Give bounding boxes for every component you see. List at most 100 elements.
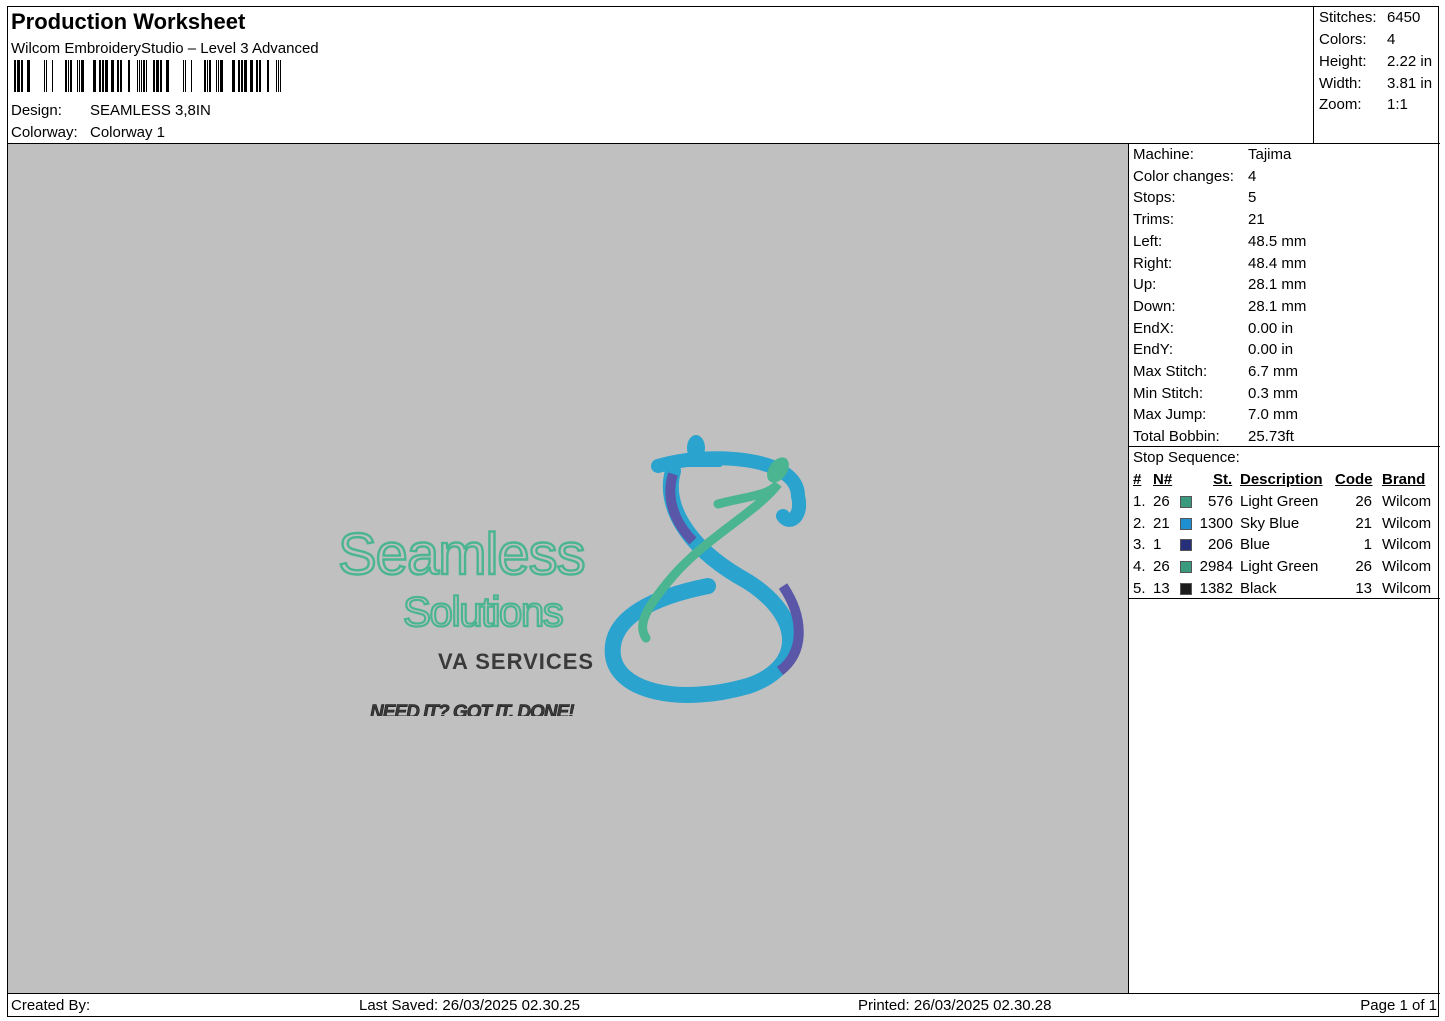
barcode-bar xyxy=(21,60,23,92)
page-number: Page 1 of 1 xyxy=(1360,997,1437,1014)
stop-stitches: 1300 xyxy=(1199,514,1233,532)
logo-seamless-text: Seamless xyxy=(338,522,585,587)
stop-code: 26 xyxy=(1355,493,1372,510)
spec-label: Down: xyxy=(1133,297,1176,315)
barcode-bar xyxy=(241,60,243,92)
stop-needle: 26 xyxy=(1153,558,1170,576)
barcode-bar xyxy=(46,60,47,92)
barcode-bar xyxy=(204,60,206,92)
spec-label: Total Bobbin: xyxy=(1133,428,1220,446)
info-panel: Machine: Tajima Color changes: 4 Stops: 5 Trim… xyxy=(1129,144,1440,994)
spec-row: Down: 28.1 mm xyxy=(1133,298,1306,315)
spec-value: 25.73ft xyxy=(1248,428,1294,446)
height-value: 2.22 in xyxy=(1387,53,1433,70)
stop-stitches: 206 xyxy=(1207,536,1233,554)
design-row: Design: SEAMLESS 3,8IN xyxy=(11,102,211,119)
spec-value: 5 xyxy=(1248,189,1257,207)
stop-description: Light Green xyxy=(1240,493,1319,510)
spec-row: Trims: 21 xyxy=(1133,211,1265,228)
spec-value: 28.1 mm xyxy=(1248,276,1307,294)
worksheet-footer: Created By: Last Saved: 26/03/2025 02.30… xyxy=(8,994,1440,1018)
stop-brand: Wilcom xyxy=(1382,536,1432,554)
stop-num: 4. xyxy=(1133,558,1146,576)
barcode-bar xyxy=(44,60,45,92)
barcode-bar xyxy=(111,60,114,92)
stop-needle: 1 xyxy=(1153,536,1162,554)
worksheet-header: Production Worksheet Wilcom EmbroiderySt… xyxy=(8,7,1314,144)
barcode-bar xyxy=(185,60,186,92)
printed-date: Printed: 26/03/2025 02.30.28 xyxy=(858,997,1052,1014)
barcode-bar xyxy=(27,60,30,92)
spec-value: 21 xyxy=(1248,211,1265,229)
barcode-bar xyxy=(259,60,261,92)
barcode-bar xyxy=(267,60,269,92)
zoom-label: Zoom: xyxy=(1319,96,1362,113)
spec-value: 28.1 mm xyxy=(1248,297,1307,315)
spec-row: Total Bobbin: 25.73ft xyxy=(1133,428,1294,445)
spec-value: 6.7 mm xyxy=(1248,363,1299,380)
barcode-bar xyxy=(278,60,279,92)
page-title: Production Worksheet xyxy=(11,9,246,34)
barcode-bar xyxy=(81,60,84,92)
barcode-bar xyxy=(141,60,142,92)
software-name: Wilcom EmbroideryStudio – Level 3 Advanc… xyxy=(11,40,319,57)
stop-code: 1 xyxy=(1363,536,1372,554)
stop-num: 2. xyxy=(1133,514,1146,532)
thread-color-swatch xyxy=(1180,539,1192,552)
barcode-bar xyxy=(14,60,16,92)
height-label: Height: xyxy=(1319,53,1367,70)
spec-label: EndX: xyxy=(1133,319,1174,337)
spec-row: Max Stitch: 6.7 mm xyxy=(1133,363,1298,380)
barcode-bar xyxy=(120,60,122,92)
colorway-row: Colorway: Colorway 1 xyxy=(11,124,165,141)
spec-label: Stops: xyxy=(1133,189,1176,207)
stop-description: Sky Blue xyxy=(1240,514,1300,532)
spec-label: Up: xyxy=(1133,276,1157,294)
barcode-bar xyxy=(232,60,235,92)
spec-value: 0.3 mm xyxy=(1248,384,1299,402)
stitches-label: Stitches: xyxy=(1319,9,1377,26)
width-value: 3.81 in xyxy=(1387,75,1433,92)
stop-needle: 13 xyxy=(1153,579,1170,597)
design-value: SEAMLESS 3,8IN xyxy=(90,102,211,119)
stop-brand: Wilcom xyxy=(1382,579,1432,597)
colorway-label: Colorway: xyxy=(11,124,78,141)
spec-label: Max Jump: xyxy=(1133,406,1207,424)
spec-label: Trims: xyxy=(1133,211,1175,229)
zoom-value: 1:1 xyxy=(1387,96,1408,113)
spec-value: 48.5 mm xyxy=(1248,232,1307,250)
barcode-bar xyxy=(65,60,67,92)
stop-code: 13 xyxy=(1355,579,1372,597)
col-header-description: Description xyxy=(1240,471,1323,488)
stop-stitches: 576 xyxy=(1207,493,1233,510)
logo-tagline-text: NEED IT? GOT IT. DONE! xyxy=(370,702,574,716)
spec-row: Machine: Tajima xyxy=(1133,146,1291,163)
stitches-value: 6450 xyxy=(1387,9,1421,26)
stop-brand: Wilcom xyxy=(1382,558,1432,576)
stop-needle: 26 xyxy=(1153,493,1170,510)
barcode-bar xyxy=(156,60,159,92)
barcode-bar xyxy=(93,60,96,92)
design-summary: Stitches: 6450 Colors: 4 Height: 2.22 in Wi… xyxy=(1314,7,1440,144)
barcode-bar xyxy=(256,60,258,92)
logo-va-services-text: VA SERVICES xyxy=(438,649,594,674)
barcode-bar xyxy=(77,60,78,92)
barcode-bar xyxy=(52,60,53,92)
stop-stitches: 1382 xyxy=(1199,579,1233,597)
col-header-brand: Brand xyxy=(1382,471,1426,488)
spec-row: Left: 48.5 mm xyxy=(1133,233,1306,250)
spec-row: Right: 48.4 mm xyxy=(1133,255,1306,272)
last-saved: Last Saved: 26/03/2025 02.30.25 xyxy=(359,997,581,1014)
stop-description: Black xyxy=(1240,579,1277,597)
stop-code: 21 xyxy=(1355,514,1372,532)
spec-value: Tajima xyxy=(1248,146,1292,163)
height-row: Height: 2.22 in xyxy=(1319,53,1432,70)
barcode-bar xyxy=(218,60,219,92)
stop-brand: Wilcom xyxy=(1382,493,1432,510)
barcode-bar xyxy=(166,60,169,92)
barcode-bar xyxy=(79,60,80,92)
zoom-row: Zoom: 1:1 xyxy=(1319,96,1408,113)
stop-num: 1. xyxy=(1133,493,1146,510)
spec-value: 0.00 in xyxy=(1248,319,1294,337)
stop-description: Blue xyxy=(1240,536,1271,554)
